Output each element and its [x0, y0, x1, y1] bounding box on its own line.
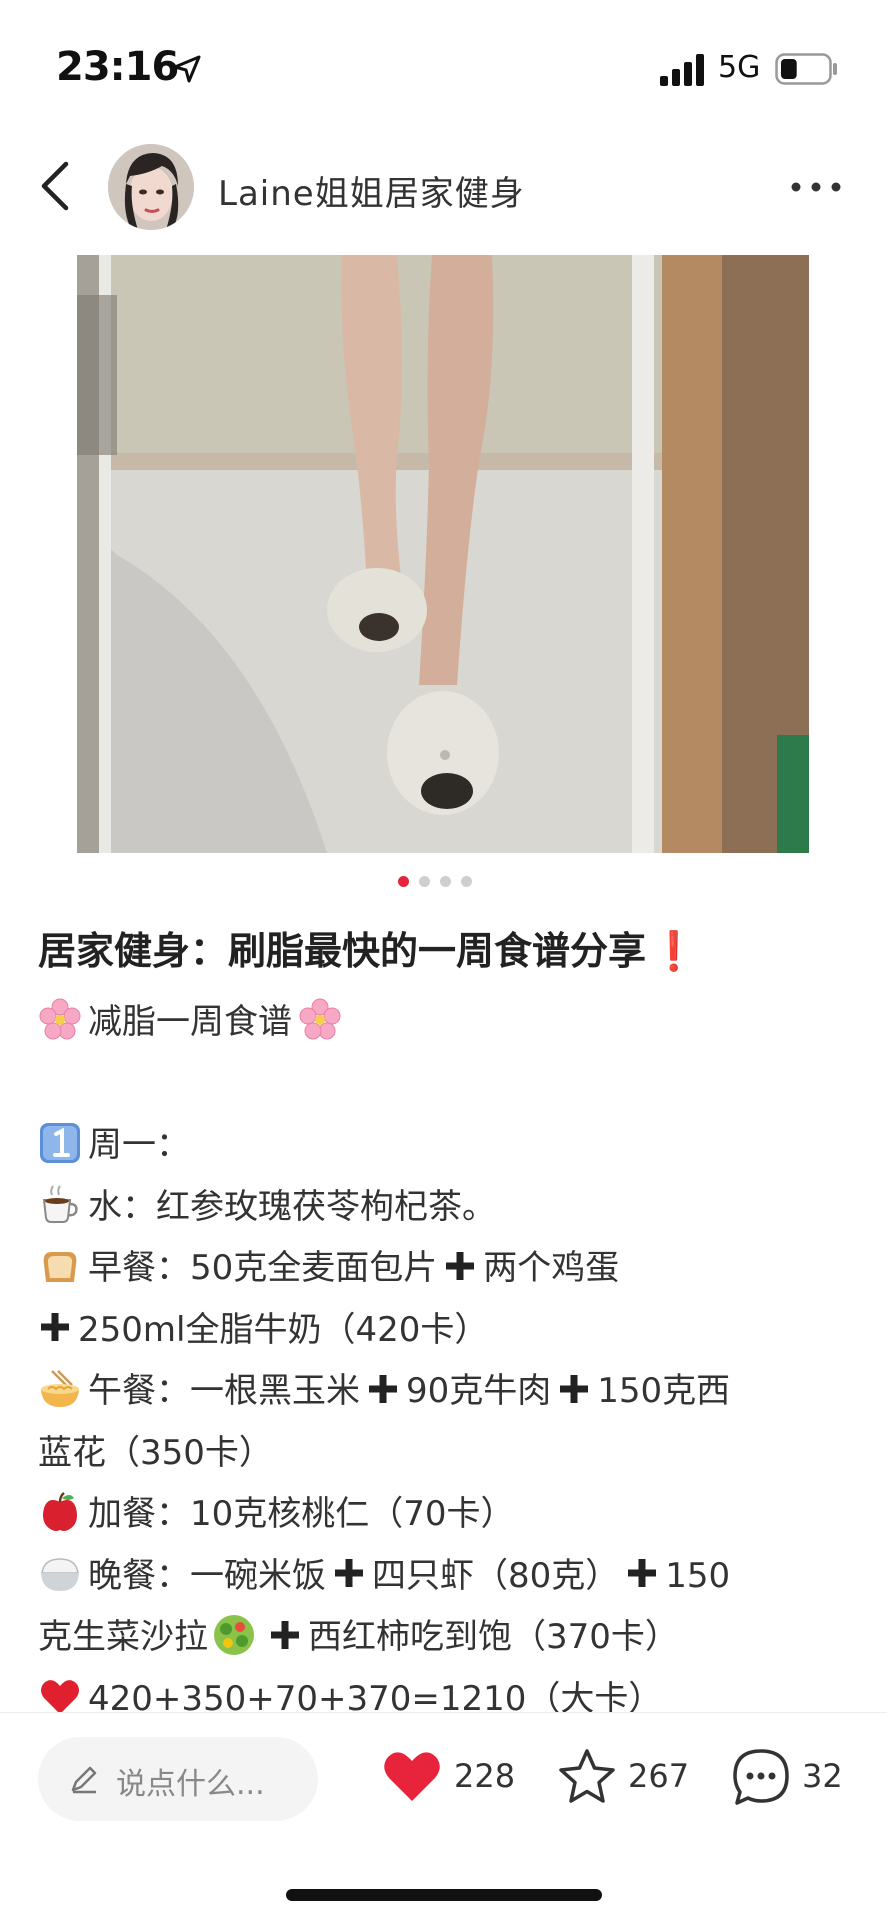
comment-input[interactable]: 说点什么... — [38, 1737, 318, 1821]
post-title: 居家健身：刷脂最快的一周食谱分享 ❗ — [38, 920, 697, 975]
heart-icon — [384, 1752, 440, 1801]
status-bar: 23:16 5G — [0, 0, 887, 130]
lunch-line-2: 蓝花（350卡） — [38, 1423, 858, 1485]
carousel-dot — [398, 876, 409, 887]
lunch-text-d: 蓝花（350卡） — [38, 1432, 273, 1473]
lunch-text-c: 150克西 — [597, 1371, 731, 1411]
location-arrow-icon — [173, 55, 201, 83]
favorite-count: 267 — [628, 1757, 690, 1795]
avatar-image — [108, 144, 194, 230]
water-line: 水：红参玫瑰茯苓枸杞茶。 — [38, 1177, 858, 1239]
home-indicator — [286, 1889, 602, 1901]
carousel-dot — [440, 876, 451, 887]
hot-beverage-icon — [42, 1185, 78, 1223]
lunch-text-b: 90克牛肉 — [406, 1371, 552, 1411]
subtitle-text: 减脂一周食谱 — [88, 1002, 292, 1042]
plus-icon — [335, 1559, 363, 1587]
post-body: 减脂一周食谱 周一： 水：红参玫瑰茯苓枸杞茶。 早餐：50克全麦面包片 两个鸡蛋 — [38, 992, 858, 1730]
dinner-text-b: 四只虾（80克） — [372, 1555, 620, 1596]
plus-icon — [41, 1313, 69, 1341]
breakfast-text-c: 250ml全脂牛奶（420卡） — [78, 1309, 489, 1350]
post-title-text: 居家健身：刷脂最快的一周食谱分享 — [38, 929, 647, 973]
post-photo[interactable] — [77, 255, 809, 853]
author-avatar[interactable] — [108, 144, 194, 230]
plus-icon — [446, 1251, 475, 1280]
green-salad-icon — [214, 1614, 254, 1655]
red-apple-icon — [43, 1491, 77, 1531]
lunch-text-a: 午餐：一根黑玉米 — [88, 1371, 360, 1411]
breakfast-text-b: 两个鸡蛋 — [483, 1248, 620, 1288]
water-text: 水：红参玫瑰茯苓枸杞茶。 — [88, 1186, 496, 1227]
noodle-bowl-icon — [41, 1369, 79, 1407]
keycap-one-icon — [40, 1122, 80, 1163]
favorite-button[interactable]: 267 — [556, 1747, 696, 1807]
carousel-dot — [461, 876, 472, 887]
dinner-text-e: 西红柿吃到饱（370卡） — [308, 1617, 679, 1657]
status-time: 23:16 — [56, 44, 179, 90]
dinner-line: 晚餐：一碗米饭 四只虾（80克） 150 — [38, 1546, 858, 1608]
exclamation-mark-icon: ❗ — [650, 929, 698, 973]
breakfast-line: 早餐：50克全麦面包片 两个鸡蛋 — [38, 1238, 858, 1300]
comment-placeholder: 说点什么... — [116, 1767, 265, 1802]
plus-icon — [560, 1374, 589, 1403]
star-icon — [559, 1749, 615, 1803]
day-label: 周一： — [88, 1125, 190, 1165]
comment-count: 32 — [802, 1757, 843, 1795]
battery-icon — [775, 53, 837, 85]
dinner-text-d: 克生菜沙拉 — [38, 1617, 208, 1657]
cellular-signal-icon — [660, 54, 704, 86]
author-name[interactable]: Laine姐姐居家健身 — [218, 166, 525, 215]
rice-bowl-icon — [41, 1558, 79, 1591]
network-type: 5G — [718, 50, 761, 85]
snack-line: 加餐：10克核桃仁（70卡） — [38, 1484, 858, 1546]
snack-text: 加餐：10克核桃仁（70卡） — [88, 1494, 515, 1534]
bread-icon — [43, 1251, 77, 1282]
lunch-line: 午餐：一根黑玉米 90克牛肉 150克西 — [38, 1361, 858, 1423]
cherry-blossom-icon — [299, 998, 341, 1039]
like-count: 228 — [454, 1757, 516, 1795]
cherry-blossom-icon — [39, 998, 81, 1039]
day-line: 周一： — [38, 1115, 858, 1177]
breakfast-text-a: 早餐：50克全麦面包片 — [88, 1248, 438, 1288]
dinner-line-2: 克生菜沙拉 西红柿吃到饱（370卡） — [38, 1607, 858, 1669]
plus-icon — [628, 1559, 657, 1587]
breakfast-line-2: 250ml全脂牛奶（420卡） — [38, 1300, 858, 1362]
chat-bubble-icon — [733, 1749, 789, 1805]
plus-icon — [369, 1374, 397, 1403]
plus-icon — [271, 1620, 299, 1649]
pen-icon — [71, 1766, 97, 1794]
carousel-indicator — [398, 876, 478, 890]
back-button[interactable] — [36, 160, 76, 212]
dinner-text-a: 晚餐：一碗米饭 — [88, 1555, 326, 1596]
dinner-text-c: 150 — [665, 1555, 731, 1596]
comment-button[interactable]: 32 — [730, 1747, 860, 1807]
carousel-dot — [419, 876, 430, 887]
like-button[interactable]: 228 — [382, 1747, 522, 1807]
more-options-icon[interactable] — [786, 172, 846, 202]
subtitle-line: 减脂一周食谱 — [38, 992, 858, 1054]
